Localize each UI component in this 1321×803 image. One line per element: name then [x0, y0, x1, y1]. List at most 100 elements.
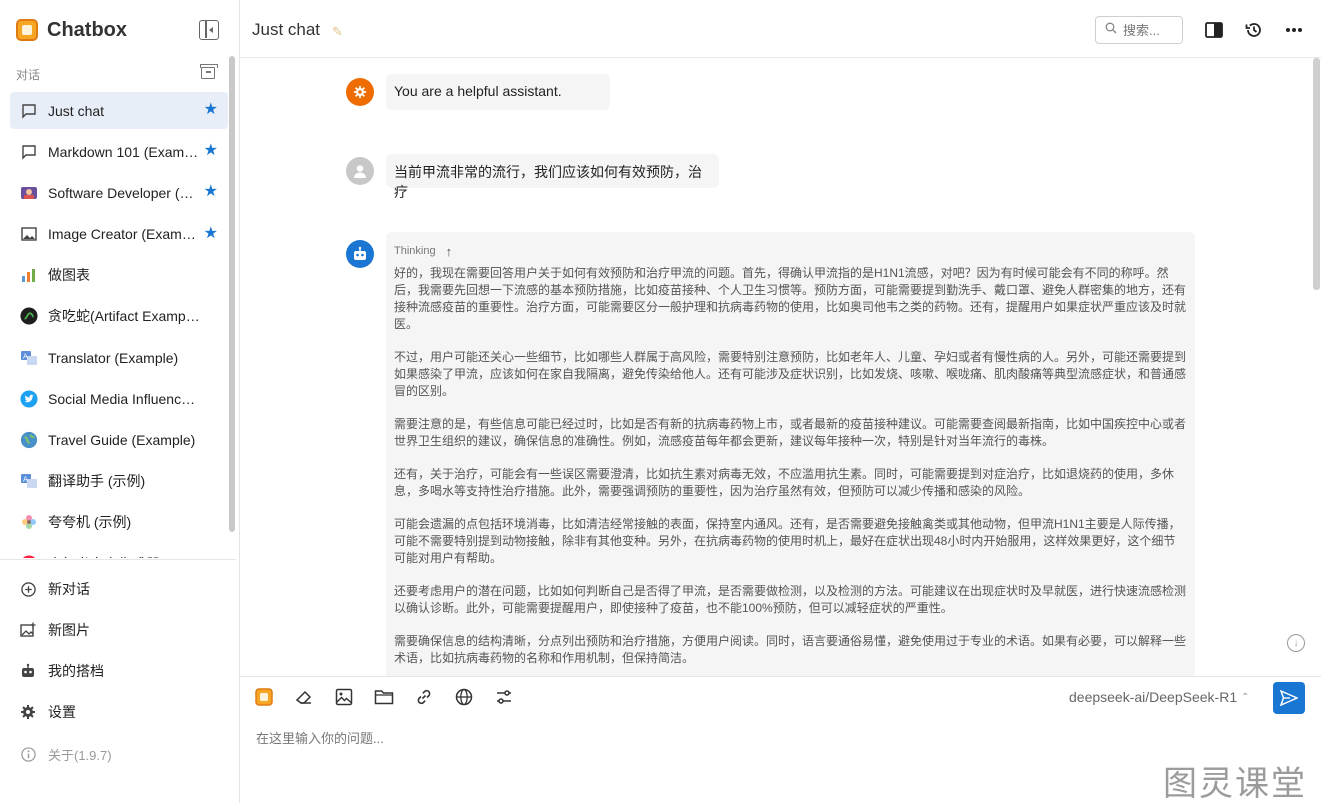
chart-avatar-icon	[20, 266, 38, 284]
search-box[interactable]	[1095, 16, 1183, 44]
message-input[interactable]	[256, 723, 1296, 753]
model-name: deepseek-ai/DeepSeek-R1	[1069, 689, 1238, 705]
search-icon	[1105, 21, 1117, 39]
session-label: 夸夸机 (示例)	[48, 514, 132, 531]
archive-icon[interactable]	[200, 64, 218, 79]
pencil-icon[interactable]: ✎	[332, 24, 343, 40]
chatbox-logo-icon	[16, 19, 38, 41]
session-item[interactable]: A 翻译助手 (示例)	[10, 463, 228, 500]
svg-text:A: A	[23, 352, 28, 360]
thinking-block: Thinking ↑ 好的，我现在需要回答用户关于如何有效预防和治疗甲流的问题。…	[386, 232, 1195, 676]
chat-bubble-icon	[20, 102, 38, 120]
brand: Chatbox	[16, 16, 127, 44]
star-icon[interactable]: ★	[204, 183, 218, 201]
globe-avatar-icon	[20, 431, 38, 449]
robot-icon	[20, 663, 36, 679]
xiaohongshu-avatar-icon	[20, 555, 38, 558]
session-item[interactable]: Just chat ★	[10, 92, 228, 129]
system-message: You are a helpful assistant.	[386, 74, 610, 110]
thinking-toggle[interactable]: Thinking ↑	[394, 242, 1187, 260]
translator-avatar-icon: A	[20, 349, 38, 367]
more-options-icon[interactable]	[1284, 20, 1304, 40]
user-avatar-icon	[346, 157, 374, 185]
send-icon	[1280, 690, 1298, 706]
chat-bubble-icon	[20, 143, 38, 161]
send-button[interactable]	[1273, 682, 1305, 714]
thinking-label: Thinking	[394, 245, 436, 257]
chevron-updown-icon: ⌃	[1241, 691, 1250, 703]
my-partners-label: 我的搭档	[48, 663, 104, 679]
eraser-icon[interactable]	[294, 687, 314, 707]
session-item[interactable]: 小红书文案生成器 (示例)	[10, 545, 228, 558]
user-message: 当前甲流非常的流行，我们应该如何有效预防，治疗	[386, 154, 719, 200]
globe-icon[interactable]	[454, 687, 474, 707]
session-item[interactable]: Markdown 101 (Example) ★	[10, 133, 228, 170]
session-item[interactable]: 做图表	[10, 257, 228, 294]
app-name: Chatbox	[47, 18, 127, 41]
settings-button[interactable]: 设置	[20, 700, 76, 724]
sidebar-collapse-icon[interactable]	[199, 20, 219, 40]
chatbox-toolbar-logo-icon[interactable]	[254, 687, 274, 707]
input-area: deepseek-ai/DeepSeek-R1 ⌃	[240, 676, 1321, 803]
settings-sliders-icon[interactable]	[494, 687, 514, 707]
sidebar: Chatbox 对话 Just chat ★ Markdown 101 (Examp…	[0, 0, 240, 803]
history-icon[interactable]	[1244, 20, 1264, 40]
session-item[interactable]: Image Creator (Example) ★	[10, 216, 228, 253]
session-item[interactable]: Social Media Influencer (Example)	[10, 380, 228, 417]
session-item[interactable]: Software Developer (Example)★	[10, 174, 228, 211]
session-item[interactable]: 夸夸机 (示例)	[10, 504, 228, 541]
session-item[interactable]: Travel Guide (Example)	[10, 422, 228, 459]
thinking-content: 好的，我现在需要回答用户关于如何有效预防和治疗甲流的问题。首先，得确认甲流指的是…	[394, 265, 1187, 667]
star-icon[interactable]: ★	[204, 142, 218, 160]
thinking-paragraph: 不过，用户可能还关心一些细节，比如哪些人群属于高风险，需要特别注意预防，比如老年…	[394, 350, 1187, 398]
sidebar-scrollbar[interactable]	[229, 56, 235, 532]
developer-avatar-icon	[20, 184, 38, 202]
my-partners-button[interactable]: 我的搭档	[20, 659, 104, 683]
session-label: Travel Guide (Example)	[48, 432, 196, 448]
settings-label: 设置	[48, 704, 76, 720]
about-button[interactable]: 关于(1.9.7)	[20, 742, 112, 766]
image-plus-icon	[20, 622, 36, 638]
new-image-button[interactable]: 新图片	[20, 618, 90, 642]
link-icon[interactable]	[414, 687, 434, 707]
gear-icon	[20, 704, 36, 720]
scroll-down-icon[interactable]: ↓	[1287, 634, 1305, 652]
chat-title: Just chat	[252, 20, 321, 39]
chat-header: Just chat ✎	[240, 0, 1321, 58]
image-upload-icon[interactable]	[334, 687, 354, 707]
info-icon	[20, 746, 36, 762]
plus-circle-icon	[20, 581, 36, 597]
thinking-paragraph: 需要注意的是，有些信息可能已经过时，比如是否有新的抗病毒药物上市，或者最新的疫苗…	[394, 417, 1187, 448]
folder-icon[interactable]	[374, 687, 394, 707]
chat-scrollbar[interactable]	[1313, 58, 1320, 290]
session-label: 贪吃蛇(Artifact Example)	[48, 308, 200, 325]
session-label: Markdown 101 (Example)	[48, 143, 200, 160]
thinking-paragraph: 好的，我现在需要回答用户关于如何有效预防和治疗甲流的问题。首先，得确认甲流指的是…	[394, 266, 1187, 331]
thinking-paragraph: 还要考虑用户的潜在问题，比如如何判断自己是否得了甲流，是否需要做检测，以及检测的…	[394, 584, 1187, 615]
twitter-avatar-icon	[20, 390, 38, 408]
session-item[interactable]: A Translator (Example)	[10, 339, 228, 376]
star-icon[interactable]: ★	[204, 101, 218, 119]
snake-avatar-icon	[20, 307, 38, 325]
session-item[interactable]: 贪吃蛇(Artifact Example)	[10, 298, 228, 335]
svg-text:A: A	[23, 476, 28, 484]
split-view-icon[interactable]	[1204, 20, 1224, 40]
session-label: Image Creator (Example)	[48, 226, 200, 243]
flower-avatar-icon	[20, 513, 38, 531]
new-chat-label: 新对话	[48, 581, 90, 597]
thinking-paragraph: 可能会遗漏的点包括环境消毒，比如清洁经常接触的表面，保持室内通风。还有，是否需要…	[394, 517, 1181, 565]
session-label: Social Media Influencer (Example)	[48, 390, 200, 407]
star-icon[interactable]: ★	[204, 225, 218, 243]
search-input[interactable]	[1123, 22, 1179, 38]
thinking-paragraph: 还有，关于治疗，可能会有一些误区需要澄清，比如抗生素对病毒无效，不应滥用抗生素。…	[394, 467, 1175, 498]
model-select[interactable]: deepseek-ai/DeepSeek-R1 ⌃	[1069, 689, 1250, 705]
image-icon	[20, 225, 38, 243]
watermark: 图灵课堂	[1163, 764, 1307, 803]
system-avatar-icon	[346, 78, 374, 106]
session-label: Software Developer (Example)	[48, 184, 200, 201]
new-image-label: 新图片	[48, 622, 90, 638]
about-label: 关于(1.9.7)	[48, 747, 112, 763]
new-chat-button[interactable]: 新对话	[20, 577, 90, 601]
session-label: 翻译助手 (示例)	[48, 473, 146, 490]
arrow-up-icon: ↑	[445, 243, 453, 259]
